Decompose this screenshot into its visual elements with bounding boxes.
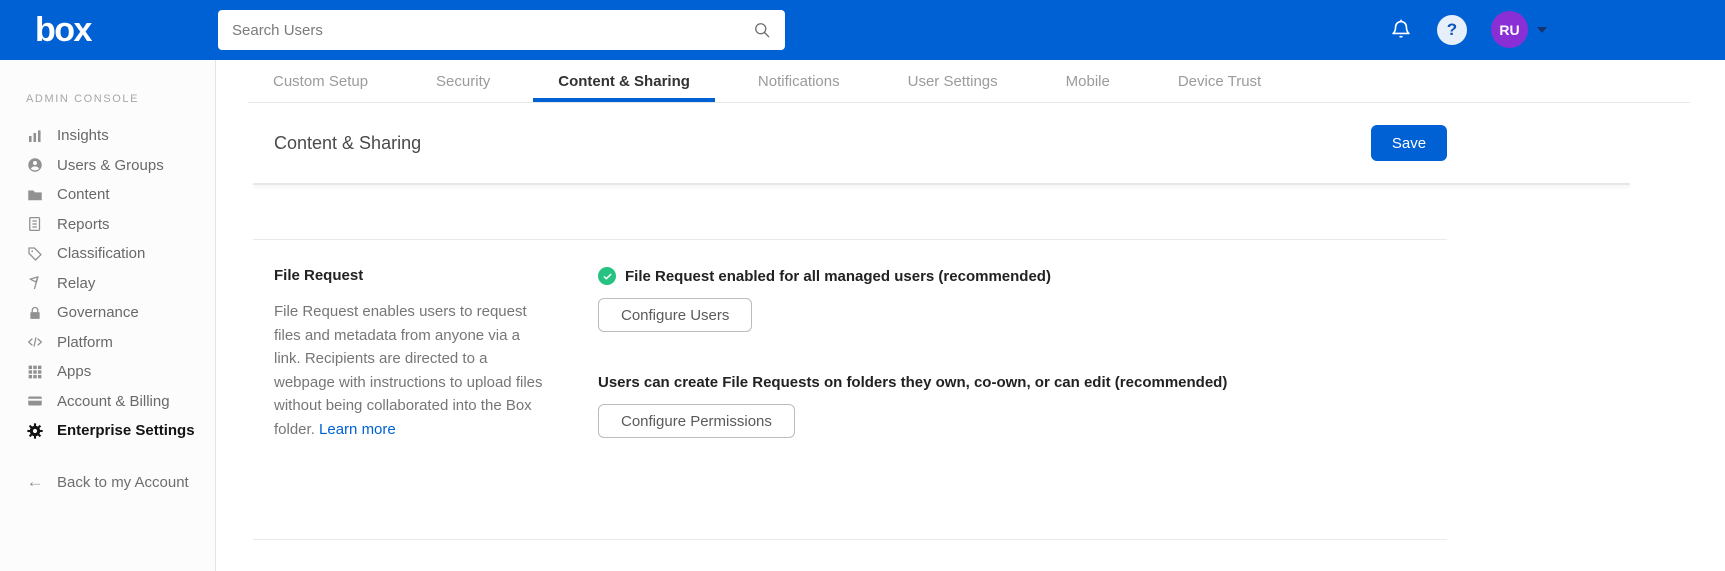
user-avatar[interactable]: RU — [1491, 11, 1528, 48]
section-divider-top — [253, 239, 1447, 240]
sidebar-item-label: Platform — [57, 333, 113, 351]
sidebar-item-apps[interactable]: Apps — [0, 357, 215, 387]
report-icon — [26, 215, 44, 233]
tag-icon — [26, 245, 44, 263]
file-request-status-row: File Request enabled for all managed use… — [598, 267, 1227, 285]
save-button[interactable]: Save — [1371, 125, 1447, 161]
sidebar-item-label: Enterprise Settings — [57, 422, 195, 440]
top-bar: box ? RU — [0, 0, 1725, 60]
back-to-account-label: Back to my Account — [57, 473, 189, 491]
users-icon — [26, 156, 44, 174]
page-header: Content & Sharing Save — [274, 103, 1447, 183]
section-divider-bottom — [253, 539, 1447, 540]
main-content: Custom Setup Security Content & Sharing … — [216, 60, 1725, 571]
sidebar-menu: Insights Users & Groups Content Reports — [0, 121, 215, 446]
tab-device-trust[interactable]: Device Trust — [1153, 60, 1286, 102]
settings-tabs: Custom Setup Security Content & Sharing … — [248, 60, 1690, 103]
tab-user-settings[interactable]: User Settings — [883, 60, 1023, 102]
file-request-description: File Request enables users to request fi… — [274, 300, 544, 441]
sidebar-item-label: Governance — [57, 304, 139, 322]
tab-custom-setup[interactable]: Custom Setup — [248, 60, 393, 102]
file-request-title: File Request — [274, 267, 364, 284]
notifications-bell-icon[interactable] — [1388, 17, 1414, 43]
search-box[interactable] — [218, 10, 785, 50]
back-to-account-link[interactable]: ← Back to my Account — [0, 468, 215, 498]
sidebar-item-label: Reports — [57, 215, 110, 233]
sidebar-item-label: Relay — [57, 274, 96, 292]
help-icon[interactable]: ? — [1437, 15, 1467, 45]
tab-security[interactable]: Security — [411, 60, 515, 102]
tab-notifications[interactable]: Notifications — [733, 60, 865, 102]
page-title: Content & Sharing — [274, 132, 422, 153]
lock-icon — [26, 304, 44, 322]
file-request-info: File Request File Request enables users … — [274, 267, 544, 441]
tab-content-sharing[interactable]: Content & Sharing — [533, 60, 715, 102]
sidebar-item-account-billing[interactable]: Account & Billing — [0, 387, 215, 417]
back-arrow-icon: ← — [26, 472, 44, 492]
file-request-controls: File Request enabled for all managed use… — [598, 267, 1227, 441]
learn-more-link[interactable]: Learn more — [319, 421, 396, 438]
search-icon[interactable] — [752, 20, 772, 40]
sidebar-item-label: Content — [57, 186, 110, 204]
tab-mobile[interactable]: Mobile — [1041, 60, 1135, 102]
configure-users-button[interactable]: Configure Users — [598, 298, 753, 332]
sidebar-item-reports[interactable]: Reports — [0, 210, 215, 240]
sidebar-item-platform[interactable]: Platform — [0, 328, 215, 358]
file-request-section: File Request File Request enables users … — [274, 267, 1725, 441]
sidebar-item-label: Account & Billing — [57, 392, 170, 410]
sidebar-item-insights[interactable]: Insights — [0, 121, 215, 151]
file-request-status-text: File Request enabled for all managed use… — [625, 267, 1051, 285]
header-divider — [253, 183, 1630, 185]
bar-chart-icon — [26, 127, 44, 145]
search-input[interactable] — [218, 10, 752, 50]
account-menu-caret-icon[interactable] — [1537, 27, 1547, 33]
gear-icon — [26, 422, 44, 440]
sidebar-item-classification[interactable]: Classification — [0, 239, 215, 269]
file-request-description-text: File Request enables users to request fi… — [274, 303, 543, 438]
sidebar-item-label: Insights — [57, 127, 109, 145]
sidebar-item-relay[interactable]: Relay — [0, 269, 215, 299]
sidebar-item-label: Apps — [57, 363, 92, 381]
flag-icon — [26, 274, 44, 292]
credit-card-icon — [26, 392, 44, 410]
check-circle-icon — [598, 267, 616, 285]
sidebar-item-label: Classification — [57, 245, 146, 263]
admin-sidebar: ADMIN CONSOLE Insights Users & Groups Co… — [0, 60, 216, 571]
box-logo: box — [35, 11, 92, 49]
sidebar-section-label: ADMIN CONSOLE — [26, 93, 140, 105]
folder-icon — [26, 186, 44, 204]
file-request-permission-text: Users can create File Requests on folder… — [598, 374, 1228, 391]
sidebar-item-users-groups[interactable]: Users & Groups — [0, 151, 215, 181]
configure-permissions-button[interactable]: Configure Permissions — [598, 404, 795, 438]
sidebar-item-label: Users & Groups — [57, 156, 164, 174]
sidebar-item-content[interactable]: Content — [0, 180, 215, 210]
grid-icon — [26, 363, 44, 381]
sidebar-item-governance[interactable]: Governance — [0, 298, 215, 328]
code-icon — [26, 333, 44, 351]
sidebar-item-enterprise-settings[interactable]: Enterprise Settings — [0, 416, 215, 446]
